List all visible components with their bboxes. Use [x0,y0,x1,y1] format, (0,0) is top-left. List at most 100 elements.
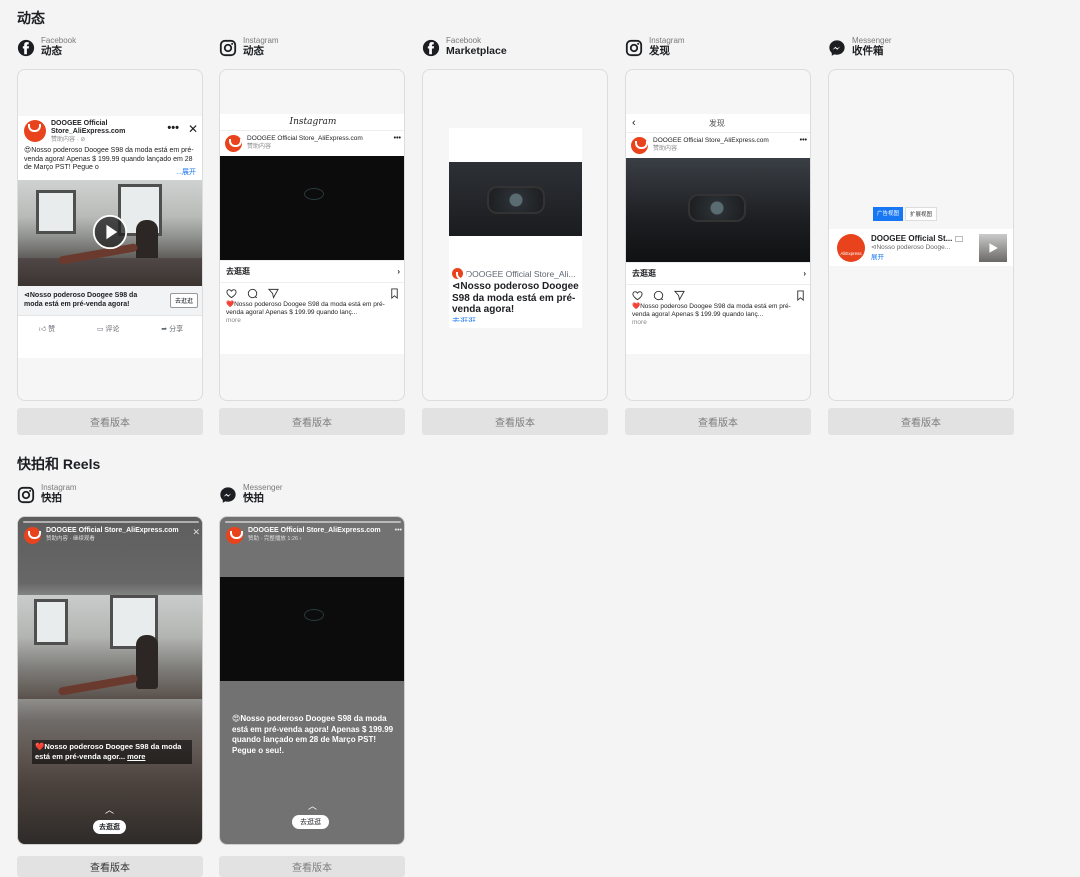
view-version-button[interactable]: 查看版本 [219,856,405,877]
page-name[interactable]: DOOGEE Official Store_AliExpress.com [653,137,769,145]
post-header: DOOGEE Official Store_AliExpress.com 赞助内… [631,137,769,154]
placement-messenger-stories: Messenger 快拍 DOOGEE Official Store_AliEx… [219,483,405,877]
page-name[interactable]: DOOGEE Official Store_AliExpress.com [51,120,141,136]
share-icon: ➦ [161,326,170,333]
heart-icon[interactable] [226,288,237,299]
story-media[interactable] [220,577,404,681]
page-avatar [452,268,469,280]
cta-button[interactable]: 去逛逛 [632,268,656,279]
placement-name: Marketplace [446,45,507,57]
image-media[interactable] [220,156,404,260]
messenger-icon [829,40,845,56]
page-avatar: AliExpress [837,233,865,262]
more-link[interactable]: more [632,319,806,327]
thumbnail-image [979,233,1007,262]
instagram-logo: Instagram [220,114,404,131]
view-version-button[interactable]: 查看版本 [625,408,811,435]
more-options-icon[interactable]: ••• [394,135,401,152]
close-icon[interactable]: ✕ [188,122,198,144]
placement-header: Instagram 快拍 [17,483,203,511]
instagram-icon [17,486,35,504]
bookmark-icon[interactable] [795,290,806,301]
placement-platform: Facebook [446,36,482,45]
placement-name: 收件箱 [852,45,884,57]
cta-link[interactable]: 去逛逛 [452,316,579,322]
preview-frame: 广告视图 扩展视图 AliExpress DOOGEE Official St.… [828,69,1014,401]
cta-button[interactable]: 去逛逛 [169,293,198,308]
swipe-up-icon: ︿ [105,805,115,815]
placement-instagram-explore: Instagram 发现 ‹ 发现 DOOGEE Official Store_… [625,36,811,436]
sponsored-label: 赞助内容 [247,144,272,150]
explore-card: ‹ 发现 DOOGEE Official Store_AliExpress.co… [626,114,810,354]
placement-platform: Facebook [41,36,77,45]
preview-frame: DOOGEE Official Store_AliExpress.com 赞助内… [17,69,203,401]
story-caption: ❤️Nosso poderoso Doogee S98 da moda está… [35,742,182,761]
close-icon[interactable]: ✕ [192,527,200,544]
cta-button[interactable]: 去逛逛 [292,815,329,829]
ig-feed-card: Instagram DOOGEE Official Store_AliExpre… [220,114,404,354]
fb-feed-card: DOOGEE Official Store_AliExpress.com 赞助内… [18,116,202,358]
placement-header: Instagram 发现 [625,36,811,64]
placement-platform: Instagram [41,483,77,492]
placement-name: 快拍 [243,492,264,504]
view-version-button[interactable]: 查看版本 [422,408,608,435]
comment-icon[interactable] [247,288,258,299]
bookmark-icon[interactable] [389,288,400,299]
post-text: 😍Nosso poderoso Doogee S98 da moda está … [24,147,194,171]
tab-ad-view[interactable]: 广告视图 [873,207,904,221]
placement-facebook-feed: Facebook 动态 DOOGEE Official Store_AliExp… [17,36,203,436]
view-version-button[interactable]: 查看版本 [17,408,203,435]
explore-header: 发现 [708,118,725,128]
view-version-button[interactable]: 查看版本 [219,408,405,435]
send-icon[interactable] [268,288,279,299]
like-button[interactable]: 👍︎ 赞 [39,324,55,334]
share-button[interactable]: ➦ 分享 [161,324,183,334]
view-version-button[interactable]: 查看版本 [828,408,1014,435]
product-image[interactable] [449,162,582,236]
cta-button[interactable]: 去逛逛 [93,820,126,834]
send-icon[interactable] [674,290,685,301]
comment-icon: ▭ [96,326,106,333]
instagram-icon [219,39,237,57]
placement-instagram-stories: Instagram 快拍 DOOGEE Official Store_AliEx… [17,483,203,877]
more-link[interactable]: more [127,752,145,761]
page-name[interactable]: DOOGEE Official Store_AliExpress.com [46,527,187,534]
more-options-icon[interactable]: ••• [395,527,402,544]
image-media[interactable] [626,158,810,262]
more-options-icon[interactable]: ••• [167,122,179,144]
placement-name: 动态 [243,45,264,57]
placement-platform: Messenger [243,483,283,492]
placement-name: 快拍 [41,492,62,504]
view-version-button[interactable]: 查看版本 [17,856,203,877]
more-options-icon[interactable]: ••• [800,137,807,154]
page-name[interactable]: DOOGEE Official Store_AliExpress.com [248,527,390,534]
heart-icon[interactable] [632,290,643,301]
see-more-link[interactable]: ...展开 [174,168,196,177]
sponsored-label: 赞助内容 [653,146,678,152]
placement-platform: Messenger [852,36,892,45]
play-icon[interactable] [92,214,128,250]
more-link[interactable]: more [226,317,400,325]
preview-frame: ‹ 发现 DOOGEE Official Store_AliExpress.co… [625,69,811,401]
ad-headline: ⊲Nosso poderoso Doogee S98 da moda está … [452,281,579,315]
post-header: DOOGEE Official Store_AliExpress.com 赞助内… [225,135,363,152]
comment-button[interactable]: ▭ 评论 [97,324,120,334]
caption-text: ❤️Nosso poderoso Doogee S98 da moda está… [226,301,385,316]
cta-button[interactable]: 去逛逛 [226,266,250,277]
page-name[interactable]: DOOGEE Official Store_Ali... [466,269,575,279]
page-name[interactable]: DOOGEE Official Store_AliExpress.com [247,135,363,143]
instagram-icon [625,39,643,57]
post-header: DOOGEE Official Store_AliExpress.com 赞助内… [24,120,141,144]
comment-icon[interactable] [653,290,664,301]
chevron-right-icon[interactable]: › [397,267,400,276]
video-media[interactable] [18,180,202,286]
placement-header: Messenger 快拍 [219,483,405,511]
feeds-section-title: 动态 [17,10,45,26]
tab-expanded-view[interactable]: 扩展视图 [905,207,938,221]
inbox-ad-row[interactable]: AliExpress DOOGEE Official St... ⊲Nosso … [829,229,1013,266]
page-avatar [631,137,648,154]
sponsored-label: 赞助 · 完整播放 1:26 › [248,536,302,542]
expand-link[interactable]: 展开 [871,251,973,261]
chevron-right-icon[interactable]: › [803,269,806,278]
placement-name: 发现 [649,45,670,57]
